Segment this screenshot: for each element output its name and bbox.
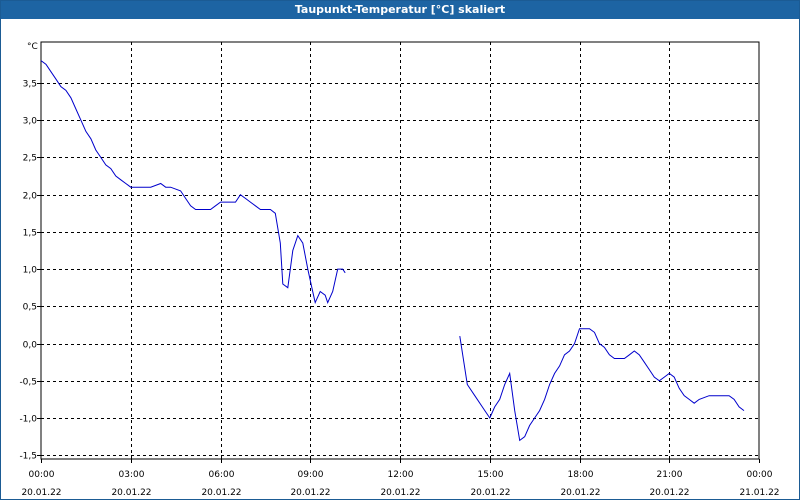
x-tick-date-label: 20.01.22 (201, 488, 241, 498)
x-tick-time-label: 03:00 (119, 470, 145, 480)
y-tick-label: 0,5 (23, 303, 37, 313)
x-tick-date-label: 20.01.22 (111, 488, 151, 498)
x-tick-date-label: 20.01.22 (380, 488, 420, 498)
x-tick-date-label: 20.01.22 (21, 488, 61, 498)
x-tick-date-label: 20.01.22 (290, 488, 330, 498)
x-tick-time-label: 21:00 (657, 470, 683, 480)
y-tick-label: 0,0 (23, 341, 38, 351)
y-tick-label: -0,5 (19, 378, 37, 388)
x-tick-time-label: 12:00 (388, 470, 414, 480)
chart-canvas: 3,5 3,0 2,5 2,0 1,5 1,0 0,5 0,0 -0,5 -1,0 -1,5 °C 00… (19, 41, 780, 498)
x-tick-time-label: 06:00 (209, 470, 235, 480)
y-tick-label: 2,0 (23, 192, 38, 202)
x-tick-time-label: 09:00 (298, 470, 324, 480)
y-tick-label: -1,0 (19, 415, 37, 425)
y-tick-label: 1,0 (23, 266, 38, 276)
y-axis-label: °C (27, 42, 38, 52)
y-tick-label: 2,5 (23, 154, 37, 164)
x-tick-date-label: 20.01.22 (470, 488, 510, 498)
y-tick-label: 1,5 (23, 229, 37, 239)
x-tick-time-label: 00:00 (29, 470, 55, 480)
x-tick-time-label: 00:00 (747, 470, 773, 480)
y-tick-label: 3,5 (23, 80, 37, 90)
x-tick-date-label: 20.01.22 (560, 488, 600, 498)
x-tick-date-label: 21.01.22 (739, 488, 779, 498)
x-tick-time-label: 15:00 (478, 470, 504, 480)
y-tick-label: -1,5 (19, 452, 37, 462)
y-tick-label: 3,0 (23, 117, 38, 127)
x-tick-time-label: 18:00 (568, 470, 594, 480)
chart-window: Taupunkt-Temperatur [°C] skaliert 3,5 3,0… (0, 0, 800, 500)
x-tick-date-label: 20.01.22 (649, 488, 689, 498)
